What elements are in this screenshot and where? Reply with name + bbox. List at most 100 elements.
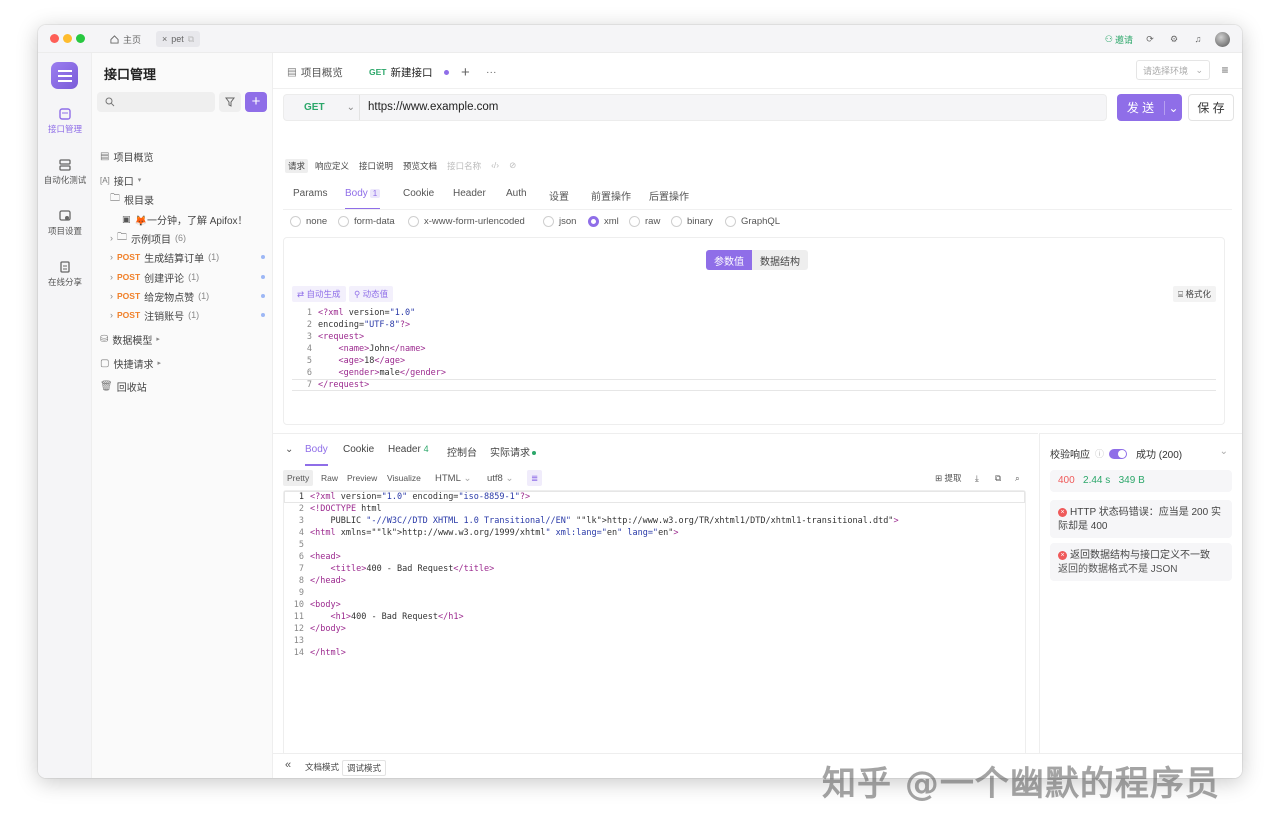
tree-endpoint[interactable]: › POST 注销账号 (1) [110,307,265,323]
copy-icon[interactable]: ⧉ [991,470,1005,486]
invite-button[interactable]: ⚇ 邀请 [1105,33,1133,46]
radio-json[interactable]: json [543,216,576,227]
bell-icon[interactable]: ♫ [1191,32,1205,46]
tree-item-overview[interactable]: ▤ 项目概览 [100,148,153,164]
tree-endpoint[interactable]: › POST 创建评论 (1) [110,269,265,285]
subtab-description[interactable]: 接口说明 [356,159,396,173]
chevron-down-icon[interactable]: ⌄ [1220,446,1228,457]
resp-tab-header[interactable]: Header 4 [388,444,429,455]
subtab-preview-doc[interactable]: 预览文档 [400,159,440,173]
format-button[interactable]: ⌸ 格式化 [1173,286,1216,302]
tree-item-examples[interactable]: › 🗀 示例项目 (6) [110,230,186,246]
dynamic-value-button[interactable]: ⚲ 动态值 [349,286,394,302]
tree-endpoint[interactable]: › POST 给宠物点赞 (1) [110,288,265,304]
radio-form-data[interactable]: form-data [338,216,395,227]
wrap-icon[interactable]: ≣ [527,470,543,486]
tab-pre-actions[interactable]: 前置操作 [591,188,631,203]
close-window-button[interactable] [50,34,59,43]
validate-target-select[interactable]: 成功 (200) [1136,446,1182,461]
auto-gen-label: 自动生成 [306,289,341,299]
tab-header[interactable]: Header [453,188,486,199]
resp-tab-actual[interactable]: 实际请求 [490,444,536,459]
auto-generate-button[interactable]: ⇄ 自动生成 [292,286,346,302]
environment-select[interactable]: 请选择环境 ⌄ [1136,60,1210,80]
tree-item-api[interactable]: [A] 接口 ▾ [100,172,141,188]
lang-select[interactable]: HTML ⌄ [431,470,475,486]
seg-schema[interactable]: 数据结构 [752,250,808,270]
radio-graphql[interactable]: GraphQL [725,216,780,227]
search-icon[interactable]: ⌕ [1011,470,1024,486]
xml-code-editor[interactable]: 1 <?xml version="1.0" 2 encoding="UTF-8"?> 3… [292,307,1216,415]
tree-count: (1) [188,310,200,320]
close-tab-icon[interactable]: × [162,34,167,44]
method-select[interactable]: GET ⌄ [284,95,360,120]
zoom-window-button[interactable] [76,34,85,43]
radio-binary[interactable]: binary [671,216,713,227]
tree-item-root[interactable]: 🗀 根目录 [110,191,154,207]
tab-post-actions[interactable]: 后置操作 [649,188,689,203]
collapse-sidebar-icon[interactable]: « [285,759,291,771]
api-name-input[interactable]: 接口名称 [444,159,484,173]
subtab-response-def[interactable]: 响应定义 [312,159,352,173]
save-button[interactable]: 保 存 [1188,94,1234,121]
view-preview[interactable]: Preview [343,470,381,486]
radio-urlencoded[interactable]: x-www-form-urlencoded [408,216,525,227]
seg-values[interactable]: 参数值 [706,250,752,270]
url-input[interactable]: https://www.example.com [368,101,498,113]
tree-item-welcome[interactable]: ▣ 🦊一分钟，了解 Apifox！ [122,211,248,227]
radio-none[interactable]: none [290,216,327,227]
filter-button[interactable] [219,92,241,112]
resp-tab-console[interactable]: 控制台 [447,444,477,459]
resp-tab-cookie[interactable]: Cookie [343,444,374,455]
subtab-request[interactable]: 请求 [285,159,309,173]
tree-label: 🦊一分钟，了解 Apifox！ [134,215,248,227]
home-tab[interactable]: 主页 [104,31,147,47]
new-tab-button[interactable]: + [453,61,478,83]
validate-toggle[interactable] [1109,448,1128,459]
rail-item-api[interactable]: 接口管理 [38,108,92,135]
gear-icon[interactable]: ⚙ [1167,32,1181,46]
tree-item-models[interactable]: ⛁ 数据模型 ▸ [100,331,160,347]
tree-item-trash[interactable]: 🗑 回收站 [100,378,147,394]
line-number: 10 [293,600,304,610]
share-icon[interactable]: ⊘ [506,159,519,173]
code-icon[interactable]: ‹/› [488,159,502,173]
encoding-select[interactable]: utf8 ⌄ [483,470,517,486]
avatar[interactable] [1215,31,1230,47]
chevron-down-icon[interactable]: ⌄ [1164,100,1182,115]
radio-xml[interactable]: xml [588,216,619,227]
tree-endpoint[interactable]: › POST 生成结算订单 (1) [110,249,265,265]
response-body-viewer[interactable]: 1 <?xml version="1.0" encoding="iso-8859-… [283,490,1026,770]
add-button[interactable]: + [245,92,267,112]
view-visualize[interactable]: Visualize [383,470,425,486]
titlebar-actions: ⚇ 邀请 ⟳ ⚙ ♫ [1105,31,1230,47]
menu-icon[interactable]: ≡ [1218,63,1232,77]
tab-cookie[interactable]: Cookie [403,188,434,199]
tab-overview[interactable]: ▤ 项目概览 [279,61,351,83]
resp-tab-body[interactable]: Body [305,444,328,466]
tree-item-quick[interactable]: ▢ 快捷请求 ▸ [100,355,161,371]
radio-raw[interactable]: raw [629,216,660,227]
minimize-window-button[interactable] [63,34,72,43]
extract-button[interactable]: ⊞ 提取 [931,470,966,486]
view-raw[interactable]: Raw [317,470,342,486]
tab-auth[interactable]: Auth [506,188,527,199]
sync-icon[interactable]: ⟳ [1143,32,1157,46]
app-logo [51,62,78,89]
debug-mode-button[interactable]: 调试模式 [342,760,387,776]
collapse-icon[interactable]: ⌄ [285,444,293,455]
project-tab[interactable]: × pet ⧉ [156,31,201,47]
view-pretty[interactable]: Pretty [283,470,314,486]
tab-new-api[interactable]: GET 新建接口 [361,61,458,83]
send-button[interactable]: 发 送 ⌄ [1117,94,1182,121]
doc-mode-button[interactable]: 文档模式 [301,760,343,774]
download-icon[interactable]: ⤓ [971,470,983,486]
tab-settings[interactable]: 设置 [549,188,569,203]
tab-params[interactable]: Params [293,188,327,199]
more-tabs-icon[interactable]: ··· [478,61,505,83]
rail-item-settings[interactable]: 项目设置 [38,210,92,237]
rail-item-share[interactable]: 在线分享 [38,261,92,288]
tab-body[interactable]: Body 1 [345,188,381,210]
search-input[interactable] [97,92,215,112]
rail-item-autotest[interactable]: 自动化测试 [38,159,92,186]
